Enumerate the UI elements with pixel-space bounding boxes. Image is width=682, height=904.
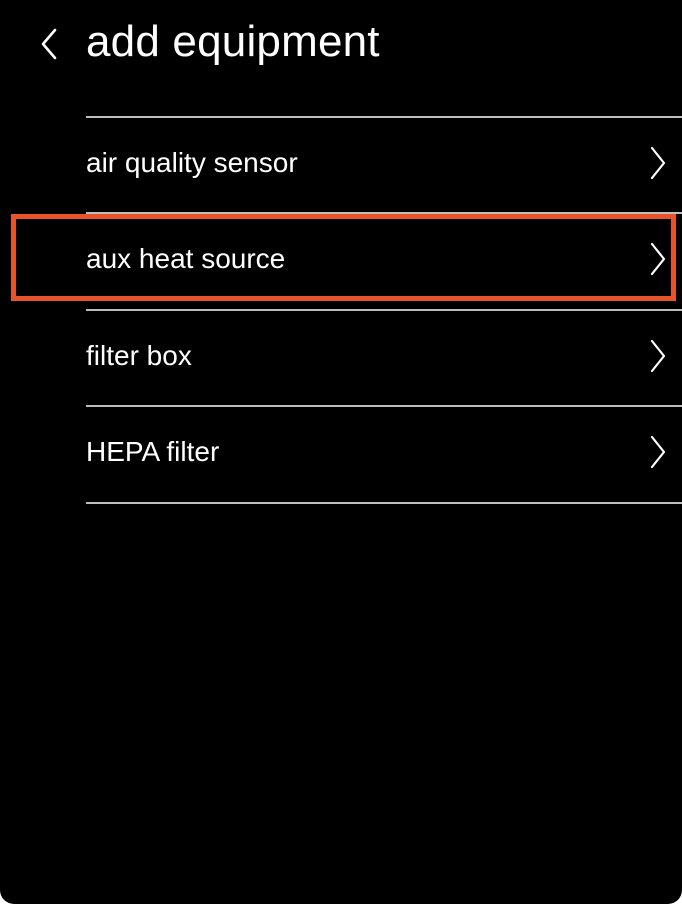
chevron-right-icon (650, 242, 666, 276)
back-button[interactable] (32, 24, 66, 64)
page-title: add equipment (86, 17, 380, 66)
screen: add equipment air quality sensor aux hea… (0, 0, 682, 904)
list-item-label: filter box (86, 340, 192, 371)
chevron-right-icon (650, 339, 666, 373)
header: add equipment (0, 0, 682, 90)
list-item-label: aux heat source (86, 243, 286, 274)
list-item-filter-box[interactable]: filter box (0, 311, 682, 401)
chevron-right-icon (650, 435, 666, 469)
list-item-hepa-filter[interactable]: HEPA filter (0, 407, 682, 497)
list-item-air-quality-sensor[interactable]: air quality sensor (0, 118, 682, 208)
list-item-aux-heat-source[interactable]: aux heat source (0, 214, 682, 304)
list-divider (86, 502, 682, 504)
list-item-label: air quality sensor (86, 147, 298, 178)
chevron-left-icon (41, 28, 57, 60)
list-item-label: HEPA filter (86, 436, 220, 467)
chevron-right-icon (650, 146, 666, 180)
